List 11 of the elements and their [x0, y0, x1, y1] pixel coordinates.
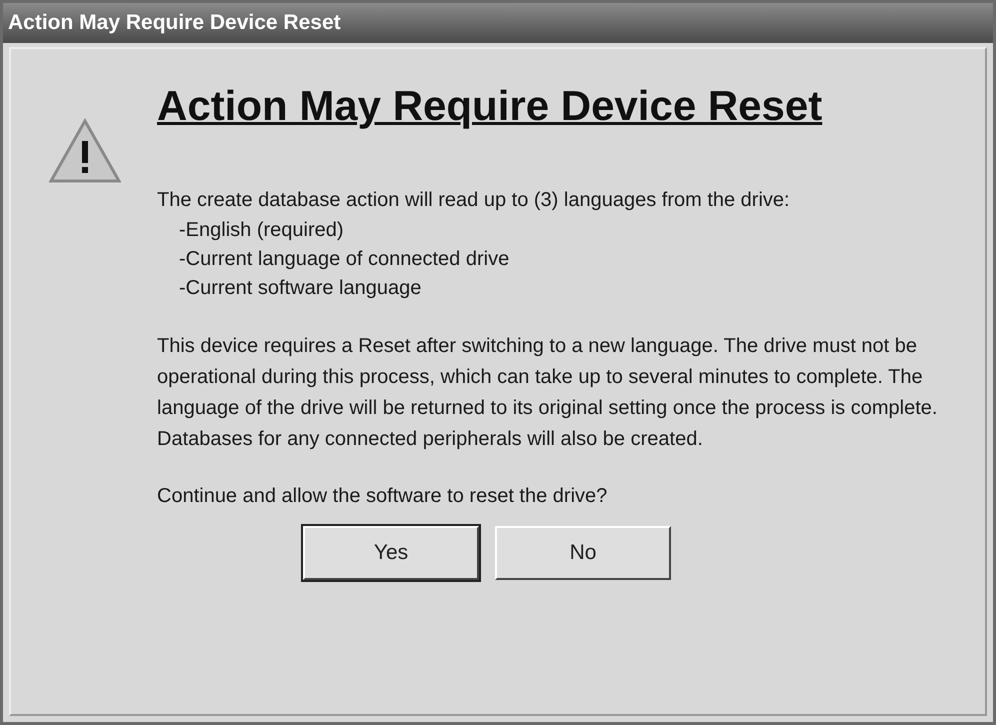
confirm-question: Continue and allow the software to reset the drive?: [157, 484, 608, 509]
dialog-button[interactable]: No: [495, 526, 671, 580]
language-item: -English (required): [179, 218, 345, 243]
language-item: -Current software language: [179, 276, 422, 301]
window-title: Action May Require Device Reset: [8, 11, 341, 35]
intro-text: The create database action will read up to (3) languages from the drive:: [157, 188, 791, 213]
language-item: -Current language of connected drive: [179, 247, 510, 272]
dialog-heading: Action May Require Device Reset: [157, 81, 824, 131]
reset-paragraph: This device requires a Reset after switching to a new language. The drive must not be operational during this process, which can take up to several minutes to complete. The language of the drive will be returned to its original setting once the process is complete. Databases for any connected peripherals will also be created.: [157, 334, 938, 452]
warning-icon: [49, 117, 121, 185]
dialog-button[interactable]: Yes: [303, 526, 479, 580]
